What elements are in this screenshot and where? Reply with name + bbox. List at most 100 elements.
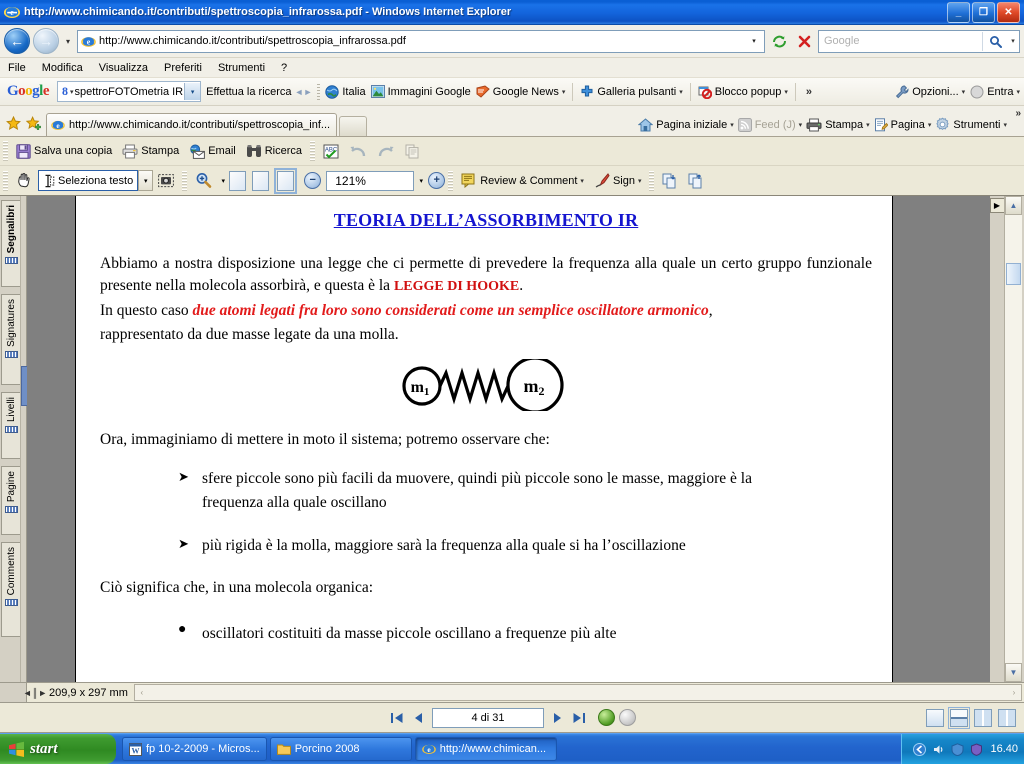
nav-pane-splitter[interactable] — [20, 196, 28, 682]
sidebar-item-signatures[interactable]: Signatures — [1, 294, 21, 385]
scroll-up-button[interactable]: ▲ — [1005, 196, 1022, 215]
review-comment-button[interactable]: Review & Comment ▾ — [456, 171, 589, 190]
taskbar-clock[interactable]: 16.40 — [988, 743, 1018, 755]
taskbar-item-word[interactable]: W fp 10-2-2009 - Micros... — [122, 737, 267, 761]
google-toolbar-item-news[interactable]: Google News ▾ — [476, 85, 566, 98]
single-page-button[interactable] — [926, 708, 944, 727]
pane-splitter[interactable]: ▶ — [989, 196, 1005, 682]
shield-icon[interactable] — [950, 742, 964, 756]
zoom-level-input[interactable]: 121% — [326, 170, 415, 191]
toolbar-grip[interactable] — [182, 170, 188, 191]
google-toolbar-item-italia[interactable]: Italia — [325, 84, 366, 99]
resize-handle-icon[interactable]: ◄║► — [23, 685, 47, 700]
menu-item-visualizza[interactable]: Visualizza — [99, 62, 148, 74]
zoom-tool-dropdown[interactable]: ▾ — [217, 171, 229, 190]
scroll-left-button[interactable]: ‹ — [135, 686, 149, 699]
sidebar-item-comments[interactable]: Comments — [1, 542, 21, 637]
chevron-down-icon[interactable]: ▾ — [866, 121, 870, 129]
previous-page-button[interactable] — [410, 709, 428, 727]
fit-page-button[interactable] — [274, 167, 298, 194]
google-search-input[interactable]: 8 ▾ spettroFOTOmetria IR ▾ — [57, 81, 202, 102]
toolbar-grip[interactable] — [3, 141, 8, 161]
menu-item-preferiti[interactable]: Preferiti — [164, 62, 202, 74]
search-dropdown-icon[interactable]: ▾ — [1007, 37, 1019, 45]
continuous-button[interactable] — [948, 706, 970, 729]
facing-button[interactable] — [974, 708, 992, 727]
continuous-facing-button[interactable] — [998, 708, 1016, 727]
google-toolbar-item-entra[interactable]: Entra ▾ — [970, 85, 1020, 99]
restore-button[interactable]: ❐ — [972, 1, 995, 23]
email-button[interactable]: Email — [184, 142, 241, 161]
refresh-button[interactable] — [768, 30, 790, 52]
chevron-down-icon[interactable]: ▾ — [730, 121, 734, 129]
next-page-button[interactable] — [548, 709, 566, 727]
chevron-down-icon[interactable]: ▾ — [962, 88, 966, 96]
expand-pane-button[interactable]: ▶ — [989, 198, 1005, 213]
command-tools[interactable]: Strumenti ▾ — [935, 117, 1007, 132]
taskbar-item-ie[interactable]: e http://www.chimican... — [414, 737, 557, 761]
command-bar-overflow-button[interactable]: » — [1015, 108, 1021, 119]
save-copy-button[interactable]: Salva una copia — [11, 142, 117, 161]
menu-item-file[interactable]: File — [8, 62, 26, 74]
scroll-track[interactable] — [1005, 215, 1022, 663]
command-home[interactable]: Pagina iniziale ▾ — [638, 117, 734, 132]
minimize-button[interactable]: _ — [947, 1, 970, 23]
new-tab-button[interactable] — [339, 116, 368, 136]
next-view-button[interactable] — [683, 171, 709, 191]
command-page[interactable]: Pagina ▾ — [874, 117, 932, 132]
google-search-dropdown-icon[interactable]: ▾ — [184, 83, 201, 100]
back-button[interactable]: ← — [4, 28, 30, 54]
copy-button[interactable] — [400, 142, 424, 161]
url-input[interactable]: e http://www.chimicando.it/contributi/sp… — [77, 29, 765, 53]
search-button[interactable]: Ricerca — [241, 142, 307, 160]
menu-item-modifica[interactable]: Modifica — [42, 62, 83, 74]
vertical-scrollbar[interactable]: ▲ ▼ — [1004, 196, 1022, 682]
stop-button[interactable] — [793, 30, 815, 52]
google-toolbar-item-opzioni[interactable]: Opzioni... ▾ — [895, 85, 965, 99]
sidebar-item-segnalibri[interactable]: Segnalibri — [1, 200, 21, 287]
print-button[interactable]: Stampa — [117, 142, 184, 161]
google-toolbar-item-immagini[interactable]: Immagini Google — [370, 85, 471, 98]
menu-item-help[interactable]: ? — [281, 62, 287, 74]
forward-button[interactable]: → — [33, 28, 59, 54]
chevron-down-icon[interactable]: ▾ — [580, 177, 584, 185]
scroll-thumb[interactable] — [1006, 263, 1021, 285]
menu-item-strumenti[interactable]: Strumenti — [218, 62, 265, 74]
google-toolbar-item-popup[interactable]: Blocco popup ▾ — [698, 85, 788, 99]
spellcheck-button[interactable]: ABC — [318, 142, 344, 161]
sign-button[interactable]: Sign ▾ — [589, 171, 647, 190]
snapshot-tool-button[interactable] — [153, 171, 179, 190]
chevron-down-icon[interactable]: ▾ — [928, 121, 932, 129]
chevron-down-icon[interactable]: ▾ — [638, 177, 642, 185]
previous-view-circle-icon[interactable] — [598, 709, 615, 726]
volume-icon[interactable] — [931, 742, 945, 756]
zoom-in-button[interactable]: + — [428, 172, 446, 189]
start-button[interactable]: start — [0, 734, 116, 764]
google-toolbar-item-galleria[interactable]: Galleria pulsanti ▾ — [580, 85, 683, 99]
command-print[interactable]: Stampa ▾ — [806, 118, 870, 132]
chevron-down-icon[interactable]: ▾ — [562, 88, 566, 96]
hand-tool-button[interactable] — [11, 170, 38, 191]
scroll-right-button[interactable]: › — [1007, 686, 1021, 699]
last-page-button[interactable] — [570, 709, 588, 727]
taskbar-item-folder[interactable]: Porcino 2008 — [269, 737, 412, 761]
select-tool-dropdown[interactable]: ▾ — [138, 170, 154, 191]
redo-button[interactable] — [372, 142, 400, 160]
sidebar-item-pagine[interactable]: Pagine — [1, 466, 21, 535]
google-toolbar-item-search[interactable]: Effettua la ricerca ◄► — [206, 86, 312, 98]
first-page-button[interactable] — [388, 709, 406, 727]
select-text-tool-button[interactable]: Seleziona testo — [38, 170, 139, 191]
zoom-out-button[interactable]: − — [304, 172, 322, 189]
url-dropdown-icon[interactable]: ▾ — [746, 32, 762, 51]
favorites-center-button[interactable] — [3, 110, 23, 136]
close-button[interactable]: ✕ — [997, 1, 1020, 23]
search-go-button[interactable] — [982, 31, 1007, 51]
chevron-down-icon[interactable]: ▾ — [1016, 88, 1020, 96]
next-view-circle-icon[interactable] — [619, 709, 636, 726]
google-toolbar-overflow-button[interactable]: » — [803, 86, 815, 98]
chevron-down-icon[interactable]: ▾ — [679, 88, 683, 96]
history-dropdown-icon[interactable]: ▾ — [62, 37, 74, 46]
actual-size-button[interactable] — [229, 170, 247, 191]
zoom-level-dropdown[interactable]: ▾ — [414, 171, 428, 190]
chevron-down-icon[interactable]: ▾ — [1003, 121, 1007, 129]
